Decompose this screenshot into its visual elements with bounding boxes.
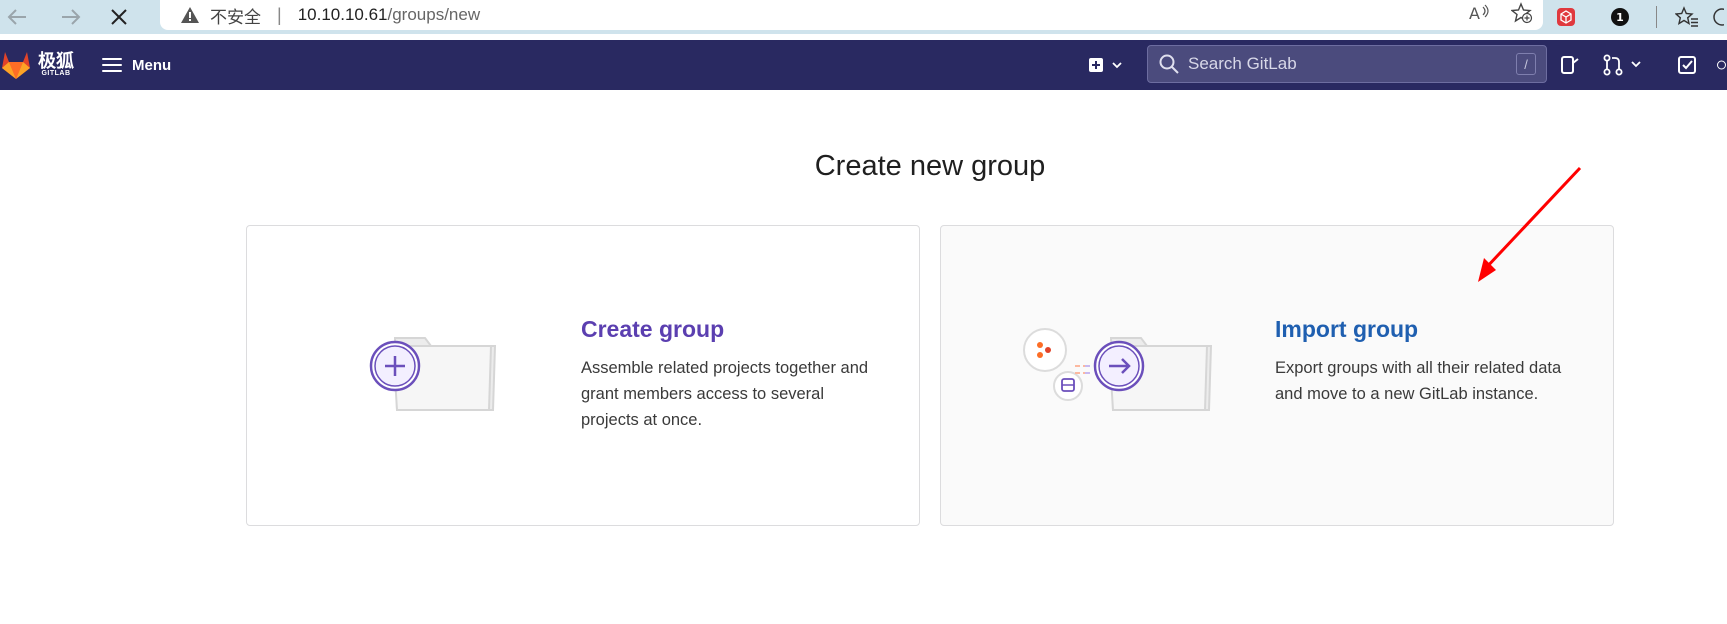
create-group-illustration: [367, 326, 507, 421]
back-icon[interactable]: [0, 2, 34, 32]
logo-text: 极狐: [38, 51, 74, 71]
warning-icon: [180, 5, 200, 25]
logo-subtext: GITLAB: [41, 70, 71, 77]
stop-loading-icon[interactable]: [102, 2, 136, 32]
url-path: /groups/new: [387, 5, 481, 24]
folder-plus-icon: [369, 337, 497, 411]
search-placeholder: Search GitLab: [1188, 54, 1297, 73]
favorites-icon[interactable]: [1667, 2, 1707, 32]
todos-icon[interactable]: [1672, 49, 1702, 81]
search-icon: [1159, 54, 1179, 74]
create-group-card[interactable]: Create group Assemble related projects t…: [246, 225, 920, 526]
url-text: 10.10.10.61/groups/new: [298, 5, 480, 25]
annotation-arrow-icon: [1470, 160, 1590, 295]
new-item-dropdown[interactable]: [1085, 49, 1129, 81]
menu-button[interactable]: Menu: [102, 57, 171, 74]
address-actions: A: [1469, 0, 1533, 30]
create-group-title[interactable]: Create group: [581, 316, 881, 343]
issues-icon[interactable]: [1555, 49, 1585, 81]
folder-import-icon: [1023, 328, 1213, 411]
gitlab-top-nav: 极狐 GITLAB Menu Search GitLab /: [0, 40, 1727, 90]
plus-square-icon: [1089, 58, 1122, 72]
search-input[interactable]: Search GitLab /: [1147, 45, 1547, 83]
import-group-illustration: [1023, 326, 1223, 421]
extensions-area: 1: [1539, 0, 1727, 34]
svg-text:A: A: [1469, 4, 1480, 23]
import-group-text: Import group Export groups with all thei…: [1275, 316, 1575, 407]
page-title: Create new group: [814, 150, 1046, 182]
url-host: 10.10.10.61: [297, 5, 388, 24]
import-group-description: Export groups with all their related dat…: [1275, 359, 1562, 403]
extension-cube-icon[interactable]: [1539, 2, 1593, 32]
address-bar[interactable]: 不安全 | 10.10.10.61/groups/new A: [160, 0, 1543, 30]
add-favorite-icon[interactable]: [1510, 1, 1533, 29]
menu-label: Menu: [132, 56, 172, 74]
extension-badge-count: 1: [1616, 11, 1624, 24]
forward-icon[interactable]: [54, 2, 88, 32]
header-actions: [1085, 40, 1129, 90]
merge-requests-dropdown[interactable]: [1600, 49, 1650, 81]
extension-badge-icon[interactable]: 1: [1593, 2, 1647, 32]
toolbar-divider: [1647, 2, 1667, 32]
search-shortcut-key: /: [1516, 53, 1536, 75]
read-aloud-icon[interactable]: A: [1469, 3, 1491, 28]
help-icon[interactable]: [1716, 49, 1727, 81]
create-group-text: Create group Assemble related projects t…: [581, 316, 881, 433]
address-separator: |: [277, 4, 282, 25]
insecure-label: 不安全: [210, 7, 261, 27]
gitlab-logo[interactable]: 极狐 GITLAB: [0, 50, 74, 80]
fox-logo-icon: [2, 52, 30, 79]
hamburger-icon: [102, 58, 122, 72]
create-group-description: Assemble related projects together and g…: [581, 359, 869, 429]
profile-partial-icon[interactable]: [1707, 2, 1727, 32]
import-group-title[interactable]: Import group: [1275, 316, 1575, 343]
browser-toolbar: 不安全 | 10.10.10.61/groups/new A 1: [0, 0, 1727, 34]
merge-request-icon: [1603, 54, 1641, 76]
